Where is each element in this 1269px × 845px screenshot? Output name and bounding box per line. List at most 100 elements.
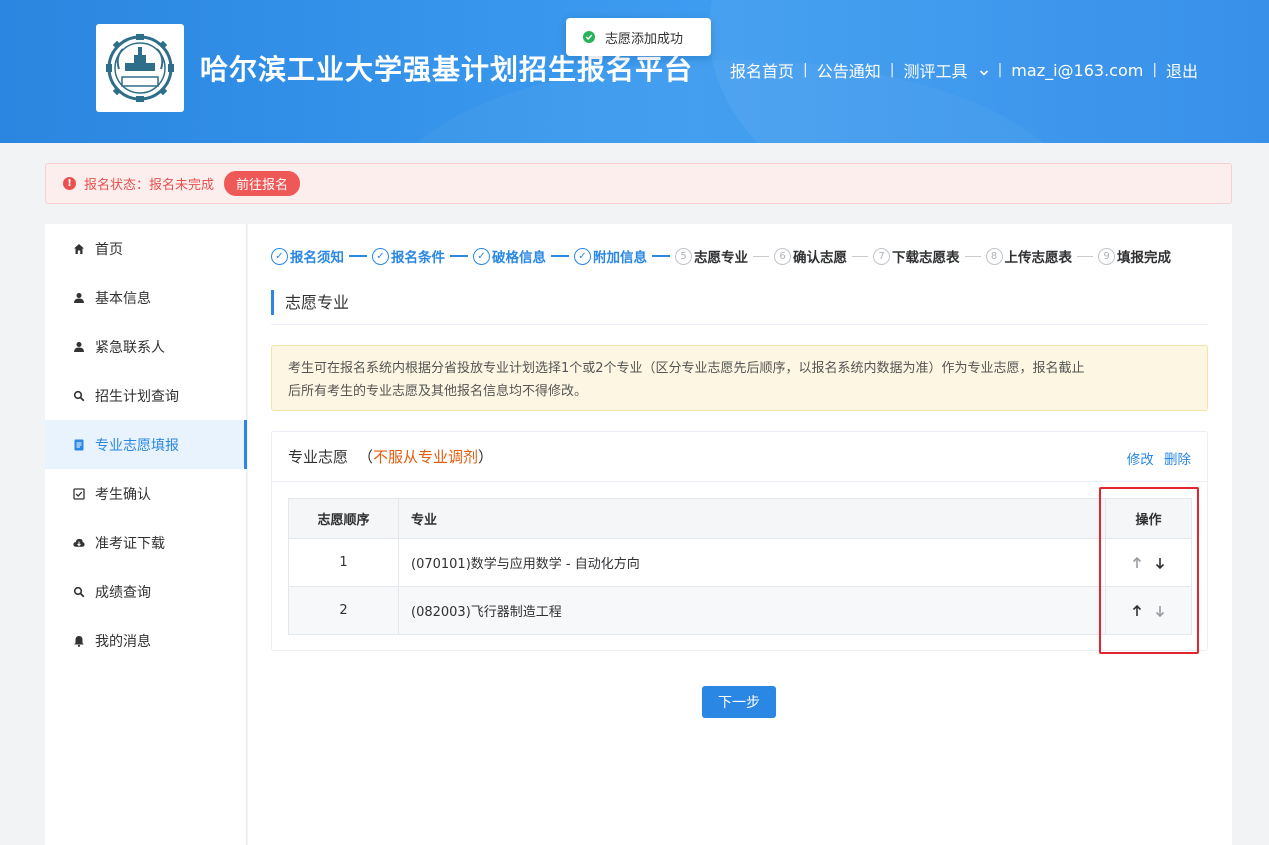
step-6: 6 确认志愿 xyxy=(774,246,873,266)
bell-icon xyxy=(73,635,85,647)
sidebar-item-label: 招生计划查询 xyxy=(95,388,179,405)
column-header-major: 专业 xyxy=(398,498,1106,539)
delete-button[interactable]: 删除 xyxy=(1164,452,1191,468)
sidebar-item-home[interactable]: 首页 xyxy=(45,224,246,273)
search-icon xyxy=(73,586,85,598)
table-row: 1 (070101)数学与应用数学 - 自动化方向 xyxy=(288,538,1192,587)
cell-major: (070101)数学与应用数学 - 自动化方向 xyxy=(398,538,1106,587)
next-step-button[interactable]: 下一步 xyxy=(702,686,776,718)
success-toast: 志愿添加成功 xyxy=(566,18,711,56)
step-connector xyxy=(964,255,981,257)
column-header-order: 志愿顺序 xyxy=(288,498,399,539)
step-number: 5 xyxy=(675,247,692,265)
step-label: 志愿专业 xyxy=(694,250,748,266)
toast-message: 志愿添加成功 xyxy=(605,31,684,47)
nav-separator: | xyxy=(803,62,808,78)
notice-box: 考生可在报名系统内根据分省投放专业计划选择1个或2个专业（区分专业志愿先后顺序，… xyxy=(271,345,1208,411)
table-header-row: 志愿顺序 专业 操作 xyxy=(288,498,1192,539)
step-label: 报名条件 xyxy=(391,250,445,266)
main-content: ✓ 报名须知 ✓ 报名条件 ✓ 破格信息 ✓ 附加信息 5 志愿专业 6 确认志… xyxy=(248,224,1232,845)
check-icon: ✓ xyxy=(271,247,288,265)
sidebar-item-label: 首页 xyxy=(95,241,123,258)
check-icon: ✓ xyxy=(372,247,389,265)
nav-assessment-tools[interactable]: 测评工具 xyxy=(903,58,988,82)
edit-button[interactable]: 修改 xyxy=(1127,452,1154,468)
cloud-download-icon xyxy=(73,537,85,549)
table-row: 2 (082003)飞行器制造工程 xyxy=(288,586,1192,635)
step-connector xyxy=(652,255,670,257)
step-4: ✓ 附加信息 xyxy=(574,246,675,266)
notice-line: 考生可在报名系统内根据分省投放专业计划选择1个或2个专业（区分专业志愿先后顺序，… xyxy=(288,361,1085,376)
check-icon: ✓ xyxy=(473,247,490,265)
sidebar-item-emergency-contact[interactable]: 紧急联系人 xyxy=(45,322,246,371)
sidebar-item-label: 准考证下载 xyxy=(95,535,165,552)
go-register-button[interactable]: 前往报名 xyxy=(224,171,301,196)
highlight-box xyxy=(1099,487,1199,654)
nav-assessment-tools-label: 测评工具 xyxy=(903,62,968,81)
search-icon xyxy=(73,390,85,402)
checkbox-icon xyxy=(73,487,85,500)
step-label: 上传志愿表 xyxy=(1004,250,1073,266)
preference-table: 志愿顺序 专业 操作 1 (070101)数学与应用数学 - 自动化方向 2 (… xyxy=(288,498,1192,635)
nav-logout[interactable]: 退出 xyxy=(1166,58,1198,82)
step-number: 6 xyxy=(774,247,791,265)
sidebar-item-admit-card[interactable]: 准考证下载 xyxy=(45,518,246,567)
step-label: 报名须知 xyxy=(290,250,344,266)
step-number: 7 xyxy=(873,247,890,265)
step-label: 下载志愿表 xyxy=(892,250,960,266)
step-connector xyxy=(753,255,769,257)
step-connector xyxy=(1077,255,1093,257)
sidebar-item-admission-plan[interactable]: 招生计划查询 xyxy=(45,371,246,420)
sidebar-item-score-query[interactable]: 成绩查询 xyxy=(45,567,246,616)
step-label: 附加信息 xyxy=(593,250,647,266)
card-header: 专业志愿 （不服从专业调剂） 修改 删除 xyxy=(272,432,1207,482)
step-connector xyxy=(349,255,367,257)
sidebar-item-label: 我的消息 xyxy=(95,633,151,650)
nav-separator: | xyxy=(889,62,895,78)
step-2: ✓ 报名条件 xyxy=(372,246,473,266)
sidebar-item-basic-info[interactable]: 基本信息 xyxy=(45,273,246,322)
user-icon xyxy=(73,292,85,304)
step-label: 填报完成 xyxy=(1117,250,1171,266)
step-8: 8 上传志愿表 xyxy=(985,246,1099,266)
section-title: 志愿专业 xyxy=(271,290,349,315)
notice-line: 后所有考生的专业志愿及其他报名信息均不得修改。 xyxy=(288,384,588,399)
user-icon xyxy=(73,341,85,353)
hit-seal-icon xyxy=(106,34,174,102)
step-connector xyxy=(551,255,569,257)
document-icon xyxy=(73,439,85,451)
cell-order: 1 xyxy=(288,538,399,587)
nav-user-email[interactable]: maz_i@163.com xyxy=(1011,61,1143,80)
step-3: ✓ 破格信息 xyxy=(473,246,574,266)
divider xyxy=(271,324,1208,325)
nav-separator: | xyxy=(1152,62,1158,78)
nav-separator: | xyxy=(997,62,1003,78)
sidebar-item-label: 成绩查询 xyxy=(95,584,151,601)
step-connector xyxy=(450,255,468,257)
sidebar-item-messages[interactable]: 我的消息 xyxy=(45,616,246,665)
step-label: 破格信息 xyxy=(492,250,546,266)
sidebar-item-label: 考生确认 xyxy=(95,486,151,503)
paren-open: （ xyxy=(358,448,374,466)
top-nav: 报名首页 | 公告通知 | 测评工具 | maz_i@163.com | 退出 xyxy=(730,58,1198,82)
step-1: ✓ 报名须知 xyxy=(271,246,372,266)
step-5: 5 志愿专业 xyxy=(675,246,774,266)
check-circle-icon xyxy=(583,31,595,43)
nav-announcements[interactable]: 公告通知 xyxy=(817,58,881,82)
nav-home[interactable]: 报名首页 xyxy=(730,58,794,82)
step-7: 7 下载志愿表 xyxy=(873,246,986,266)
step-number: 8 xyxy=(985,247,1003,265)
check-icon: ✓ xyxy=(574,247,591,265)
step-9: 9 填报完成 xyxy=(1098,246,1171,266)
sidebar-item-label: 专业志愿填报 xyxy=(95,437,179,454)
sidebar-item-candidate-confirm[interactable]: 考生确认 xyxy=(45,469,246,518)
sidebar: 首页 基本信息 紧急联系人 招生计划查询 专业志愿填报 考生确认 准考证下载 成… xyxy=(45,224,247,845)
cell-order: 2 xyxy=(288,586,399,635)
sidebar-item-label: 紧急联系人 xyxy=(95,339,165,356)
university-logo xyxy=(96,24,184,112)
step-number: 9 xyxy=(1098,247,1115,265)
major-preference-card: 专业志愿 （不服从专业调剂） 修改 删除 志愿顺序 专业 操作 1 (07010… xyxy=(271,431,1208,651)
progress-steps: ✓ 报名须知 ✓ 报名条件 ✓ 破格信息 ✓ 附加信息 5 志愿专业 6 确认志… xyxy=(271,246,1171,266)
sidebar-item-major-preference[interactable]: 专业志愿填报 xyxy=(45,420,247,469)
step-label: 确认志愿 xyxy=(793,250,847,266)
